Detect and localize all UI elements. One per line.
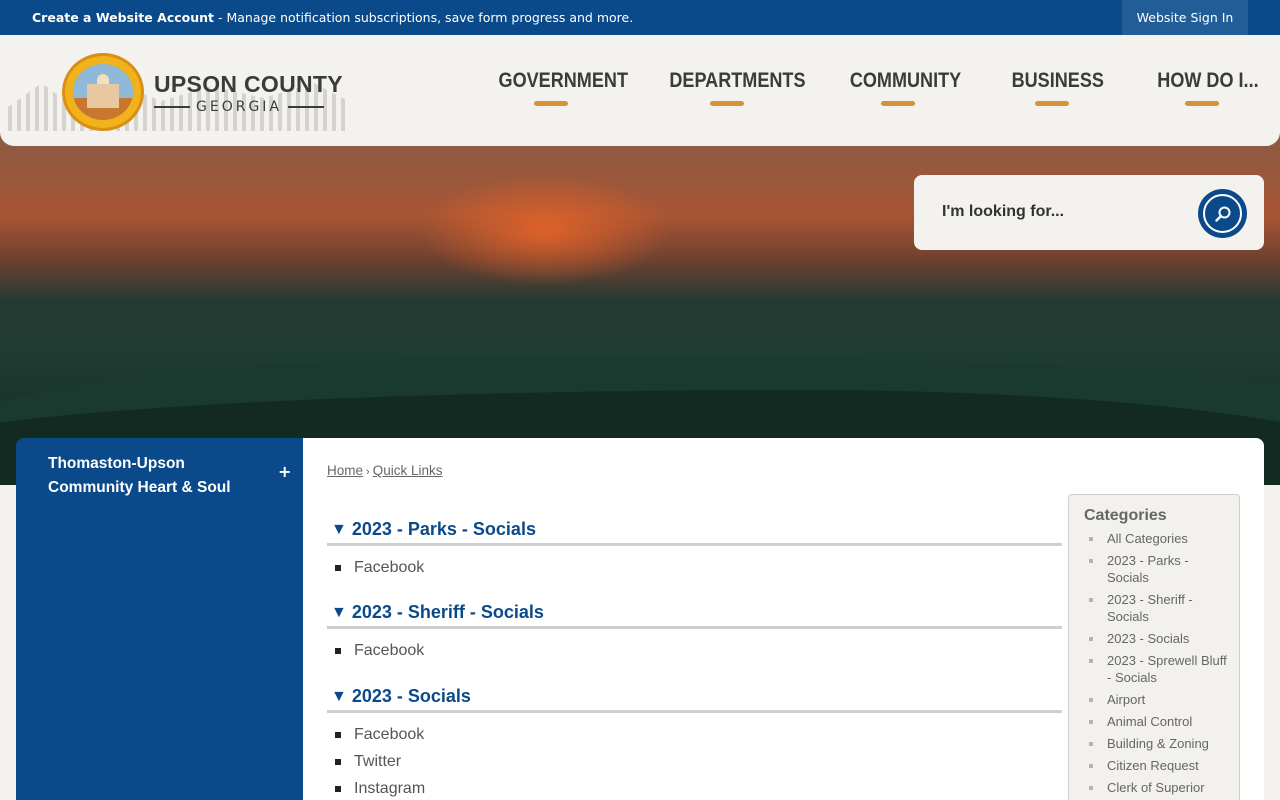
category-item[interactable]: Animal Control — [1089, 713, 1234, 730]
create-account-link[interactable]: Create a Website Account — [32, 10, 214, 25]
nav-label: BUSINESS — [1011, 69, 1104, 92]
link-list: Facebook — [327, 554, 1062, 581]
site-header: UPSON COUNTY GEORGIA GOVERNMENT DEPARTME… — [0, 35, 1280, 146]
link-list: Facebook — [327, 637, 1062, 664]
quick-link[interactable]: Facebook — [354, 721, 424, 748]
link-section: ▼ 2023 - Socials Facebook Twitter Instagr… — [327, 683, 1062, 800]
breadcrumb: Home › Quick Links — [327, 463, 442, 478]
utility-bar: Create a Website Account - Manage notifi… — [0, 0, 1280, 35]
section-title: 2023 - Parks - Socials — [351, 519, 536, 539]
nav-underline — [1185, 101, 1219, 106]
breadcrumb-home[interactable]: Home — [327, 463, 363, 478]
main-content: Home › Quick Links ▼ 2023 - Parks - Socials… — [303, 438, 1264, 800]
list-item: Facebook — [335, 554, 1062, 581]
account-message: Create a Website Account - Manage notifi… — [32, 10, 633, 25]
sign-in-button[interactable]: Website Sign In — [1122, 0, 1248, 35]
nav-government[interactable]: GOVERNMENT — [490, 69, 628, 106]
brand-state: GEORGIA — [196, 99, 282, 115]
brand-name: UPSON COUNTY — [154, 71, 343, 97]
site-search — [914, 175, 1264, 250]
nav-underline — [1035, 101, 1069, 106]
brand-text: UPSON COUNTY GEORGIA — [154, 71, 343, 115]
nav-label: GOVERNMENT — [498, 69, 628, 92]
search-input[interactable] — [942, 197, 1172, 227]
county-logo[interactable]: UPSON COUNTY GEORGIA — [8, 53, 348, 135]
category-item[interactable]: 2023 - Parks - Socials — [1089, 552, 1234, 586]
categories-panel: Categories All Categories 2023 - Parks -… — [1068, 494, 1240, 800]
list-item: Twitter — [335, 748, 1062, 775]
collapse-triangle-icon: ▼ — [331, 687, 347, 705]
link-list: Facebook Twitter Instagram — [327, 721, 1062, 800]
sidebar-item-heart-and-soul[interactable]: Thomaston-Upson Community Heart & Soul — [48, 452, 263, 500]
quick-link[interactable]: Facebook — [354, 554, 424, 581]
categories-title: Categories — [1084, 507, 1167, 524]
category-item[interactable]: All Categories — [1089, 530, 1234, 547]
nav-how-do-i[interactable]: HOW DO I... — [1150, 69, 1259, 106]
category-item[interactable]: 2023 - Sprewell Bluff - Socials — [1089, 652, 1234, 686]
breadcrumb-current[interactable]: Quick Links — [373, 463, 443, 478]
nav-underline — [710, 101, 744, 106]
quick-link[interactable]: Twitter — [354, 748, 401, 775]
search-icon — [1203, 194, 1242, 233]
brand-state-row: GEORGIA — [154, 99, 343, 115]
section-title: 2023 - Socials — [351, 686, 471, 706]
categories-list: All Categories 2023 - Parks - Socials 20… — [1089, 530, 1234, 800]
nav-business[interactable]: BUSINESS — [1005, 69, 1104, 106]
list-item: Facebook — [335, 637, 1062, 664]
nav-label: DEPARTMENTS — [669, 69, 806, 92]
section-header[interactable]: ▼ 2023 - Parks - Socials — [327, 516, 1062, 546]
nav-underline — [881, 101, 915, 106]
category-item[interactable]: Airport — [1089, 691, 1234, 708]
nav-label: HOW DO I... — [1157, 69, 1259, 92]
nav-underline — [534, 101, 568, 106]
link-section: ▼ 2023 - Parks - Socials Facebook — [327, 516, 1062, 581]
expand-toggle-icon[interactable]: + — [278, 462, 291, 481]
category-item[interactable]: Clerk of Superior — [1089, 779, 1234, 796]
category-item[interactable]: 2023 - Socials — [1089, 630, 1234, 647]
collapse-triangle-icon: ▼ — [331, 520, 347, 538]
category-item[interactable]: Citizen Request — [1089, 757, 1234, 774]
quick-link[interactable]: Facebook — [354, 637, 424, 664]
nav-departments[interactable]: DEPARTMENTS — [660, 69, 806, 106]
list-item: Instagram — [335, 775, 1062, 800]
hero-image — [0, 100, 1280, 485]
section-header[interactable]: ▼ 2023 - Socials — [327, 683, 1062, 713]
breadcrumb-separator: › — [366, 466, 370, 478]
account-description: - Manage notification subscriptions, sav… — [214, 10, 634, 25]
quick-link[interactable]: Instagram — [354, 775, 425, 800]
nav-community[interactable]: COMMUNITY — [842, 69, 962, 106]
list-item: Facebook — [335, 721, 1062, 748]
category-item[interactable]: Building & Zoning — [1089, 735, 1234, 752]
nav-label: COMMUNITY — [849, 69, 962, 92]
county-seal-icon — [62, 53, 144, 131]
secondary-nav: Thomaston-Upson Community Heart & Soul + — [16, 438, 303, 800]
category-item[interactable]: 2023 - Sheriff - Socials — [1089, 591, 1234, 625]
section-title: 2023 - Sheriff - Socials — [351, 602, 544, 622]
collapse-triangle-icon: ▼ — [331, 603, 347, 621]
section-header[interactable]: ▼ 2023 - Sheriff - Socials — [327, 599, 1062, 629]
link-section: ▼ 2023 - Sheriff - Socials Facebook — [327, 599, 1062, 664]
search-button[interactable] — [1198, 189, 1247, 238]
